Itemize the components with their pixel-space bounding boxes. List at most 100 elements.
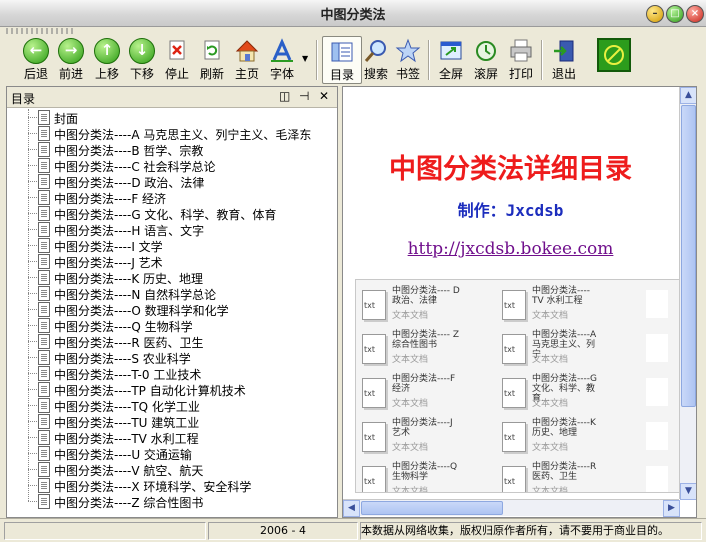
tree-connector (28, 389, 37, 390)
contents-button[interactable]: 目录 (322, 36, 362, 84)
maximize-button[interactable]: □ (666, 5, 684, 23)
horizontal-scrollbar[interactable]: ◀ ▶ (343, 499, 680, 517)
tree-connector (28, 341, 37, 342)
document-icon (38, 270, 50, 285)
print-icon (508, 38, 534, 64)
bookmark-button[interactable]: 书签 (389, 36, 427, 82)
toolbar-separator (428, 40, 430, 80)
stop-label: 停止 (164, 67, 189, 81)
tree-item[interactable]: 中图分类法----H 语言、文字 (7, 221, 335, 238)
move-up-button[interactable]: ↑ 上移 (88, 36, 126, 82)
tree-item[interactable]: 中图分类法----TP 自动化计算机技术 (7, 381, 335, 398)
file-item: txt 中图分类法----Q 生物科学 文本文档 (356, 462, 516, 493)
tree-item[interactable]: 中图分类法----N 自然科学总论 (7, 285, 335, 302)
forward-button[interactable]: → 前进 (52, 36, 90, 82)
tree-item[interactable]: 中图分类法----J 艺术 (7, 253, 335, 270)
autoscroll-label: 滚屏 (473, 67, 498, 81)
title-bar: 中图分类法 – □ × (0, 0, 706, 27)
tree-item[interactable]: 中图分类法----G 文化、科学、教育、体育 (7, 205, 335, 222)
status-bar: 2006 - 4 本数据从网络收集，版权归原作者所有，请不要用于商业目的。 (0, 518, 706, 542)
scroll-left-icon[interactable]: ◀ (343, 500, 360, 517)
back-button[interactable]: ← 后退 (17, 36, 55, 82)
tree-item[interactable]: 中图分类法----C 社会科学总论 (7, 157, 335, 174)
move-down-button[interactable]: ↓ 下移 (123, 36, 161, 82)
tree-item[interactable]: 中图分类法----U 交通运输 (7, 445, 335, 462)
print-button[interactable]: 打印 (502, 36, 540, 82)
font-label: 字体 (269, 67, 294, 81)
exit-button[interactable]: 退出 (545, 36, 583, 82)
close-button[interactable]: × (686, 5, 704, 23)
refresh-button[interactable]: 刷新 (193, 36, 231, 82)
tree-item[interactable]: 中图分类法----R 医药、卫生 (7, 333, 335, 350)
tree-connector (28, 213, 37, 214)
autoscroll-button[interactable]: 滚屏 (467, 36, 505, 82)
font-button[interactable]: 字体 (263, 36, 301, 82)
text-file-icon: txt (362, 378, 386, 408)
font-dropdown-icon[interactable]: ▼ (302, 54, 308, 63)
back-arrow-icon: ← (23, 38, 49, 64)
tree-item[interactable]: 中图分类法----TV 水利工程 (7, 429, 335, 446)
pane-close-icon[interactable]: ✕ (319, 89, 329, 103)
document-icon (38, 302, 50, 317)
tree-item[interactable]: 中图分类法----S 农业科学 (7, 349, 335, 366)
document-icon (38, 190, 50, 205)
tree-connector (28, 325, 37, 326)
text-file-icon: txt (362, 334, 386, 364)
file-item: txt 中图分类法----K 历史、地理 文本文档 (496, 418, 656, 458)
toolbar-separator (541, 40, 543, 80)
tree-item[interactable]: 中图分类法----X 环境科学、安全科学 (7, 477, 335, 494)
document-icon (38, 334, 50, 349)
tree-connector (28, 117, 37, 118)
scroll-down-icon[interactable]: ▼ (680, 483, 696, 500)
content-url-link[interactable]: http://jxcdsb.bokee.com (343, 239, 678, 259)
tree-item[interactable]: 中图分类法----K 历史、地理 (7, 269, 335, 286)
exit-label: 退出 (551, 67, 576, 81)
tree-item[interactable]: 中图分类法----O 数理科学和化学 (7, 301, 335, 318)
tree-item[interactable]: 封面 (7, 109, 335, 126)
tree-connector (28, 501, 37, 502)
tree-connector (28, 469, 37, 470)
scroll-up-icon[interactable]: ▲ (680, 87, 696, 104)
document-icon (38, 318, 50, 333)
exit-icon (551, 38, 577, 64)
vertical-scrollbar[interactable]: ▲ ▼ (679, 87, 696, 500)
text-file-icon (646, 422, 668, 450)
pane-pin-icon[interactable]: ⊣ (299, 89, 309, 103)
file-item: txt 中图分类法---- TV 水利工程 文本文档 (496, 286, 656, 326)
tree-item[interactable]: 中图分类法----TQ 化学工业 (7, 397, 335, 414)
text-file-icon: txt (362, 466, 386, 492)
document-icon (38, 254, 50, 269)
text-file-icon: txt (502, 290, 526, 320)
refresh-icon (199, 38, 225, 64)
pane-float-icon[interactable]: ◫ (279, 89, 290, 103)
tree-item[interactable]: 中图分类法----TU 建筑工业 (7, 413, 335, 430)
file-type: 文本文档 (392, 443, 429, 453)
minimize-button[interactable]: – (646, 5, 664, 23)
tree-item[interactable]: 中图分类法----A 马克思主义、列宁主义、毛泽东 (7, 125, 335, 142)
tree-item[interactable]: 中图分类法----V 航空、航天 (7, 461, 335, 478)
tree-item[interactable]: 中图分类法----B 哲学、宗教 (7, 141, 335, 158)
tree-connector (28, 165, 37, 166)
scroll-right-icon[interactable]: ▶ (663, 500, 680, 517)
home-button[interactable]: 主页 (228, 36, 266, 82)
toolbar-separator (316, 40, 318, 80)
tree-connector (28, 261, 37, 262)
tree-item[interactable]: 中图分类法----D 政治、法律 (7, 173, 335, 190)
vertical-scroll-thumb[interactable] (681, 105, 696, 407)
back-label: 后退 (23, 67, 48, 81)
document-icon (38, 126, 50, 141)
horizontal-scroll-thumb[interactable] (361, 501, 503, 515)
file-ext-label: txt (364, 301, 376, 310)
tree-item[interactable]: 中图分类法----I 文学 (7, 237, 335, 254)
document-icon (38, 286, 50, 301)
tree-item[interactable]: 中图分类法----Z 综合性图书 (7, 493, 335, 510)
fullscreen-button[interactable]: 全屏 (432, 36, 470, 82)
tree-item[interactable]: 中图分类法----T-0 工业技术 (7, 365, 335, 382)
file-ext-label: txt (364, 345, 376, 354)
document-icon (38, 382, 50, 397)
tree-item[interactable]: 中图分类法----F 经济 (7, 189, 335, 206)
file-type: 文本文档 (392, 487, 429, 493)
file-type: 文本文档 (392, 355, 429, 365)
stop-button[interactable]: 停止 (158, 36, 196, 82)
tree-item[interactable]: 中图分类法----Q 生物科学 (7, 317, 335, 334)
